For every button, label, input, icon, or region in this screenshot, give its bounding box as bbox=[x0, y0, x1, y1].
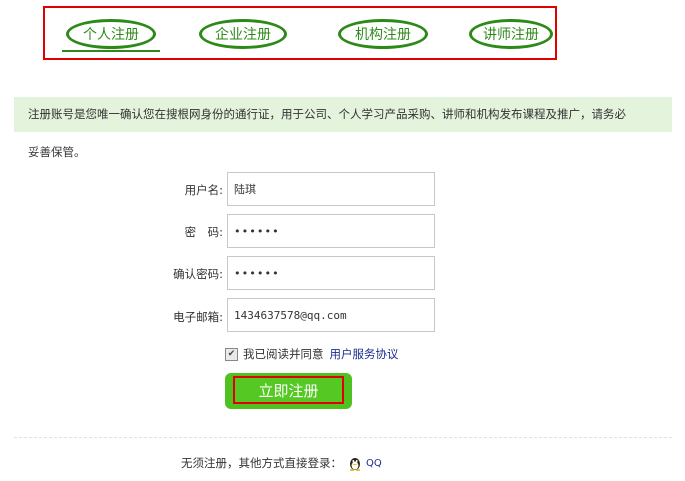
registration-notice-continued: 妥善保管。 bbox=[28, 145, 86, 159]
password-input[interactable]: •••••• bbox=[227, 214, 435, 248]
confirm-password-input[interactable]: •••••• bbox=[227, 256, 435, 290]
email-value: 1434637578@qq.com bbox=[234, 308, 347, 322]
password-value: •••••• bbox=[234, 224, 280, 238]
username-label: 用户名: bbox=[184, 183, 223, 197]
username-input[interactable]: 陆琪 bbox=[227, 172, 435, 206]
password-label: 密 码: bbox=[184, 225, 223, 239]
agree-checkbox[interactable]: ✔ bbox=[225, 347, 238, 361]
confirm-password-label: 确认密码: bbox=[173, 267, 223, 281]
confirm-password-value: •••••• bbox=[234, 266, 280, 280]
agree-text: 我已阅读并同意 bbox=[243, 347, 324, 361]
agreement-row: ✔ 我已阅读并同意 用户服务协议 bbox=[225, 346, 399, 362]
tab-lecturer-register[interactable]: 讲师注册 bbox=[469, 19, 553, 49]
email-label: 电子邮箱: bbox=[173, 310, 223, 324]
alt-login-text: 无须注册，其他方式直接登录： bbox=[181, 456, 342, 470]
section-divider bbox=[14, 437, 672, 438]
register-now-button[interactable]: 立即注册 bbox=[233, 376, 344, 404]
qq-penguin-icon[interactable] bbox=[348, 456, 362, 471]
qq-login-link[interactable]: QQ bbox=[366, 458, 382, 469]
tab-enterprise-register[interactable]: 企业注册 bbox=[199, 19, 287, 49]
username-value: 陆琪 bbox=[234, 183, 256, 196]
user-agreement-link[interactable]: 用户服务协议 bbox=[330, 346, 399, 362]
tab-institution-register[interactable]: 机构注册 bbox=[338, 19, 428, 49]
tab-personal-register[interactable]: 个人注册 bbox=[66, 19, 156, 49]
email-input[interactable]: 1434637578@qq.com bbox=[227, 298, 435, 332]
submit-button-wrapper: 立即注册 bbox=[225, 373, 352, 409]
registration-notice: 注册账号是您唯一确认您在搜根网身份的通行证，用于公司、个人学习产品采购、讲师和机… bbox=[14, 97, 672, 132]
alternative-login: 无须注册，其他方式直接登录： QQ bbox=[181, 455, 382, 471]
active-tab-underline bbox=[62, 50, 160, 52]
